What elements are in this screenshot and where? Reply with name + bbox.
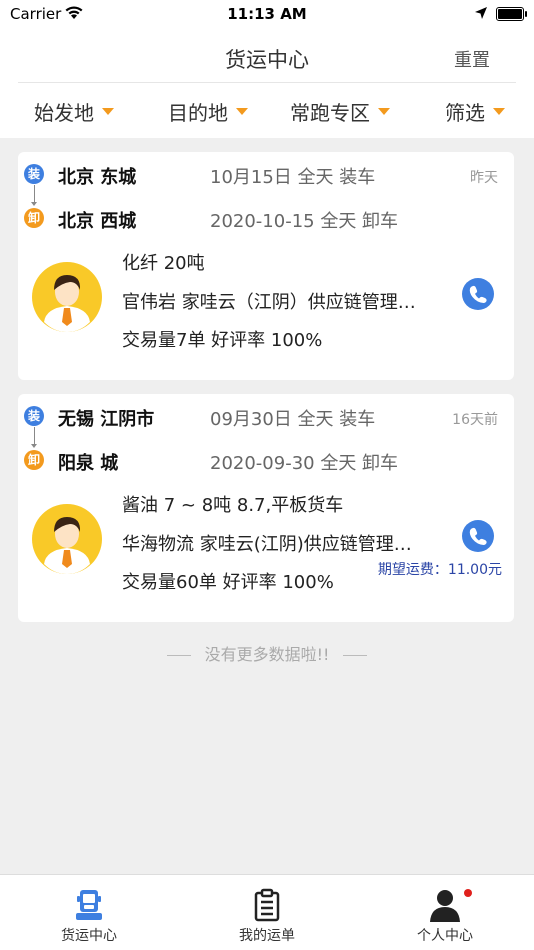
- no-more-data: 没有更多数据啦!!: [0, 641, 534, 665]
- shipper-name: 官伟岩 家哇云（江阴）供应链管理…: [122, 292, 416, 313]
- clipboard-icon: [254, 888, 280, 922]
- truck-icon: [76, 890, 102, 920]
- status-bar: Carrier 11:13 AM: [0, 0, 534, 30]
- filter-origin[interactable]: 始发地: [34, 97, 114, 126]
- order-card[interactable]: 装 卸 北京 东城 10月15日 全天 装车 昨天 北京 西城 2020-10-…: [18, 152, 514, 380]
- unload-time: 2020-10-15 全天 卸车: [210, 211, 399, 232]
- filter-origin-label: 始发地: [34, 101, 94, 125]
- trade-stats: 交易量7单 好评率 100%: [122, 330, 323, 351]
- trade-stats: 交易量60单 好评率 100%: [122, 572, 334, 593]
- person-icon: [430, 890, 460, 922]
- order-card[interactable]: 装 卸 无锡 江阴市 09月30日 全天 装车 16天前 阳泉 城 2020-0…: [18, 394, 514, 622]
- destination-city: 北京 西城: [58, 211, 137, 232]
- tab-my-waybill[interactable]: 我的运单: [178, 875, 356, 950]
- tab-my-waybill-label: 我的运单: [239, 928, 295, 944]
- phone-icon: [469, 527, 487, 545]
- origin-city: 无锡 江阴市: [58, 409, 155, 430]
- no-more-text: 没有更多数据啦!!: [204, 645, 330, 664]
- divider-left: [166, 655, 191, 656]
- phone-call-button[interactable]: [462, 520, 494, 552]
- notification-dot: [464, 889, 472, 897]
- load-tag: 装: [24, 406, 44, 426]
- avatar: [32, 504, 102, 574]
- tab-profile[interactable]: 个人中心: [356, 875, 534, 950]
- filter-frequent-routes-label: 常跑专区: [290, 101, 370, 125]
- origin-city: 北京 东城: [58, 167, 137, 188]
- route-connector: [31, 185, 37, 206]
- tab-freight-center-label: 货运中心: [61, 928, 117, 944]
- filter-bar: 始发地 目的地 常跑专区 筛选: [0, 83, 534, 138]
- battery-icon: [496, 7, 524, 21]
- dropdown-triangle-icon: [102, 108, 114, 115]
- filter-frequent-routes[interactable]: 常跑专区: [290, 97, 390, 126]
- tab-freight-center[interactable]: 货运中心: [0, 875, 178, 950]
- shipper-name: 华海物流 家哇云(江阴)供应链管理…: [122, 534, 412, 555]
- tab-profile-label: 个人中心: [417, 928, 473, 944]
- unload-tag: 卸: [24, 450, 44, 470]
- divider-right: [343, 655, 368, 656]
- dropdown-triangle-icon: [378, 108, 390, 115]
- cargo-info: 酱油 7 ~ 8吨 8.7,平板货车: [122, 495, 344, 516]
- filter-screen[interactable]: 筛选: [445, 97, 505, 126]
- unload-tag: 卸: [24, 208, 44, 228]
- load-time: 09月30日 全天 装车: [210, 409, 376, 430]
- destination-city: 阳泉 城: [58, 453, 119, 474]
- avatar: [32, 262, 102, 332]
- load-time: 10月15日 全天 装车: [210, 167, 376, 188]
- battery-tip: [525, 11, 527, 17]
- cargo-info: 化纤 20吨: [122, 253, 205, 274]
- reset-button[interactable]: 重置: [454, 46, 490, 72]
- filter-destination[interactable]: 目的地: [168, 97, 248, 126]
- route-connector: [31, 427, 37, 448]
- filter-destination-label: 目的地: [168, 101, 228, 125]
- phone-call-button[interactable]: [462, 278, 494, 310]
- dropdown-triangle-icon: [236, 108, 248, 115]
- tab-bar: 货运中心 我的运单 个人中心: [0, 874, 534, 950]
- expected-freight: 期望运费：11.00元: [377, 562, 502, 578]
- posted-time: 16天前: [452, 412, 498, 428]
- posted-time: 昨天: [470, 170, 498, 186]
- clock: 11:13 AM: [227, 5, 307, 23]
- filter-screen-label: 筛选: [445, 101, 485, 125]
- dropdown-triangle-icon: [493, 108, 505, 115]
- nav-header: 货运中心 重置: [0, 30, 534, 83]
- load-tag: 装: [24, 164, 44, 184]
- location-arrow-icon: [474, 6, 488, 24]
- phone-icon: [469, 285, 487, 303]
- unload-time: 2020-09-30 全天 卸车: [210, 453, 399, 474]
